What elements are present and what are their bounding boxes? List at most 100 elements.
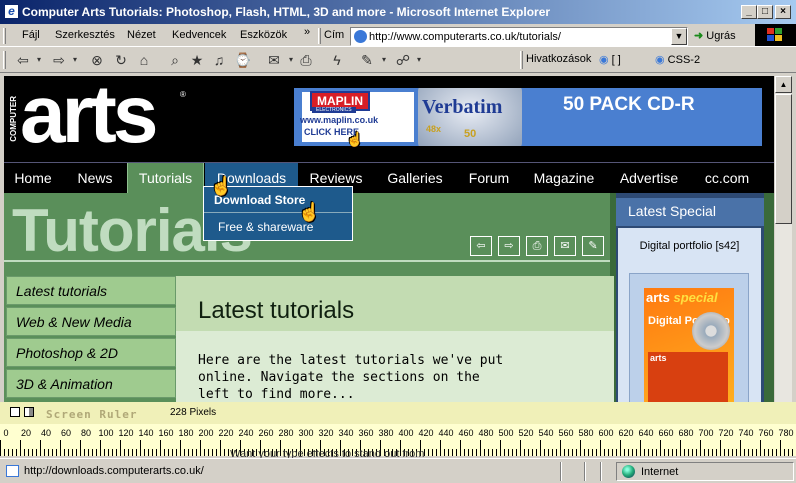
ruler-tick-labels: 0 20 40 60 80 100 120 140 160 180 200 220 240 260 280 3… bbox=[0, 428, 796, 440]
special-caption[interactable]: Digital portfolio [s42] bbox=[618, 240, 761, 253]
email-page-icon[interactable]: ✉ bbox=[554, 236, 576, 256]
globe-icon bbox=[622, 465, 635, 478]
scroll-up-icon[interactable]: ▲ bbox=[775, 76, 792, 93]
special-sidebar: Latest Special Digital portfolio [s42] a… bbox=[616, 193, 764, 402]
nav-news[interactable]: News bbox=[66, 163, 124, 194]
ruler-tick-label: 120 bbox=[118, 428, 134, 438]
nav-forum[interactable]: Forum bbox=[459, 163, 519, 194]
search-icon[interactable]: ⌕ bbox=[166, 51, 184, 69]
ruler-tick-label: 520 bbox=[518, 428, 534, 438]
pack-badge: 50 bbox=[464, 128, 477, 140]
menu-file[interactable]: Fájl bbox=[22, 29, 40, 41]
links-item-css2[interactable]: ◉ CSS-2 bbox=[655, 53, 700, 66]
security-zone[interactable]: Internet bbox=[616, 462, 794, 481]
discuss-dropdown-icon[interactable]: ▾ bbox=[410, 51, 428, 69]
status-separator bbox=[584, 462, 586, 481]
ie-app-icon[interactable]: e bbox=[4, 4, 19, 19]
page-icon bbox=[354, 30, 367, 43]
page-viewport: COMPUTER arts ® MAPLIN ELECTRONICS www.m… bbox=[4, 76, 774, 402]
edit-icon[interactable]: ✎ bbox=[358, 51, 376, 69]
ie-page-icon: ◉ bbox=[599, 54, 609, 66]
ruler-pixels: 228 Pixels bbox=[170, 407, 217, 418]
go-button[interactable]: ➜ Ugrás bbox=[694, 29, 736, 42]
vertical-scrollbar[interactable]: ▲ bbox=[775, 76, 792, 402]
links-item-blank[interactable]: ◉ [ ] bbox=[599, 53, 621, 66]
ruler-orientation-icon[interactable] bbox=[24, 407, 34, 417]
toolbar-grip[interactable] bbox=[3, 28, 6, 44]
ruler-tick-label: 220 bbox=[218, 428, 234, 438]
menu-edit[interactable]: Szerkesztés bbox=[55, 29, 115, 41]
go-arrow-icon: ➜ bbox=[694, 30, 704, 42]
edit-page-icon[interactable]: ✎ bbox=[582, 236, 604, 256]
logo-registered-mark: ® bbox=[180, 90, 186, 99]
toolbar-grip[interactable] bbox=[3, 51, 6, 69]
address-field[interactable]: http://www.computerarts.co.uk/tutorials/… bbox=[350, 27, 688, 46]
special-cover-frame[interactable]: arts special Digital Portfolio arts bbox=[629, 273, 749, 402]
zone-label: Internet bbox=[641, 466, 679, 478]
nav-advertise[interactable]: Advertise bbox=[609, 163, 689, 194]
nav-cc-com[interactable]: cc.com bbox=[694, 163, 760, 194]
nav-magazine[interactable]: Magazine bbox=[522, 163, 606, 194]
lightning-icon[interactable]: ϟ bbox=[328, 51, 346, 69]
ruler-tick-label: 180 bbox=[178, 428, 194, 438]
status-text: http://downloads.computerarts.co.uk/ bbox=[24, 465, 204, 477]
status-separator bbox=[560, 462, 562, 481]
print-page-icon[interactable]: ⎙ bbox=[526, 236, 548, 256]
left-nav-web[interactable]: Web & New Media bbox=[6, 307, 176, 336]
dropdown-free-shareware[interactable]: Free & shareware bbox=[204, 214, 352, 240]
forward-dropdown-icon[interactable]: ▾ bbox=[66, 51, 84, 69]
ruler-tick-label: 380 bbox=[378, 428, 394, 438]
ruler-tick-label: 500 bbox=[498, 428, 514, 438]
mail-icon[interactable]: ✉ bbox=[265, 51, 283, 69]
nav-galleries[interactable]: Galleries bbox=[374, 163, 456, 194]
address-dropdown-icon[interactable]: ▼ bbox=[671, 28, 687, 45]
address-url[interactable]: http://www.computerarts.co.uk/tutorials/ bbox=[369, 31, 561, 43]
ruler-tick-label: 540 bbox=[538, 428, 554, 438]
screen-ruler[interactable]: Screen Ruler 228 Pixels 0 20 40 60 80 100 120 1… bbox=[0, 402, 796, 456]
close-button[interactable]: × bbox=[775, 5, 791, 19]
media-icon[interactable]: ♫ bbox=[210, 51, 228, 69]
ad-banner[interactable]: MAPLIN ELECTRONICS www.maplin.co.uk CLIC… bbox=[294, 88, 762, 146]
left-nav-latest[interactable]: Latest tutorials bbox=[6, 276, 176, 305]
status-separator bbox=[600, 462, 602, 481]
magazine-cover[interactable]: arts special Digital Portfolio arts bbox=[644, 288, 734, 402]
ruler-tick-label: 280 bbox=[278, 428, 294, 438]
ruler-tick-label: 160 bbox=[158, 428, 174, 438]
back-dropdown-icon[interactable]: ▾ bbox=[30, 51, 48, 69]
ruler-tick-label: 560 bbox=[558, 428, 574, 438]
left-nav-photoshop[interactable]: Photoshop & 2D bbox=[6, 338, 176, 367]
scroll-thumb[interactable] bbox=[775, 94, 792, 224]
ruler-tick-label: 740 bbox=[738, 428, 754, 438]
left-nav: Latest tutorials Web & New Media Photosh… bbox=[4, 276, 176, 402]
ruler-toggle-icon[interactable] bbox=[10, 407, 20, 417]
prev-icon[interactable]: ⇦ bbox=[470, 236, 492, 256]
favorites-icon[interactable]: ★ bbox=[188, 51, 206, 69]
logo-computer: COMPUTER bbox=[9, 96, 18, 142]
nav-tutorials[interactable]: Tutorials bbox=[127, 163, 204, 194]
print-icon[interactable]: ⎙ bbox=[297, 51, 315, 69]
ruler-tick-label: 440 bbox=[438, 428, 454, 438]
maximize-button[interactable]: □ bbox=[757, 5, 773, 19]
ruler-tick-label: 100 bbox=[98, 428, 114, 438]
ruler-tick-label: 780 bbox=[778, 428, 794, 438]
content-cut-text: Want your type effects to stand out from bbox=[230, 450, 425, 458]
menu-favorites[interactable]: Kedvencek bbox=[172, 29, 226, 41]
minimize-button[interactable]: _ bbox=[741, 5, 757, 19]
site-logo[interactable]: arts bbox=[20, 76, 158, 162]
nav-home[interactable]: Home bbox=[4, 163, 62, 194]
site-header: COMPUTER arts ® MAPLIN ELECTRONICS www.m… bbox=[4, 76, 774, 162]
refresh-icon[interactable]: ↻ bbox=[112, 51, 130, 69]
address-label: Cím bbox=[324, 29, 345, 41]
menu-overflow-icon[interactable]: » bbox=[304, 26, 310, 38]
toolbar-grip[interactable] bbox=[520, 51, 523, 69]
menu-view[interactable]: Nézet bbox=[127, 29, 156, 41]
edit-dropdown-icon[interactable]: ▾ bbox=[375, 51, 393, 69]
history-icon[interactable]: ⌚ bbox=[234, 51, 252, 69]
home-icon[interactable]: ⌂ bbox=[135, 51, 153, 69]
next-icon[interactable]: ⇨ bbox=[498, 236, 520, 256]
stop-icon[interactable]: ⊗ bbox=[88, 51, 106, 69]
left-nav-3d[interactable]: 3D & Animation bbox=[6, 369, 176, 398]
menu-tools[interactable]: Eszközök bbox=[240, 29, 287, 41]
site-nav: Home News Tutorials Downloads Reviews Ga… bbox=[4, 162, 774, 194]
toolbar-grip[interactable] bbox=[318, 28, 321, 44]
